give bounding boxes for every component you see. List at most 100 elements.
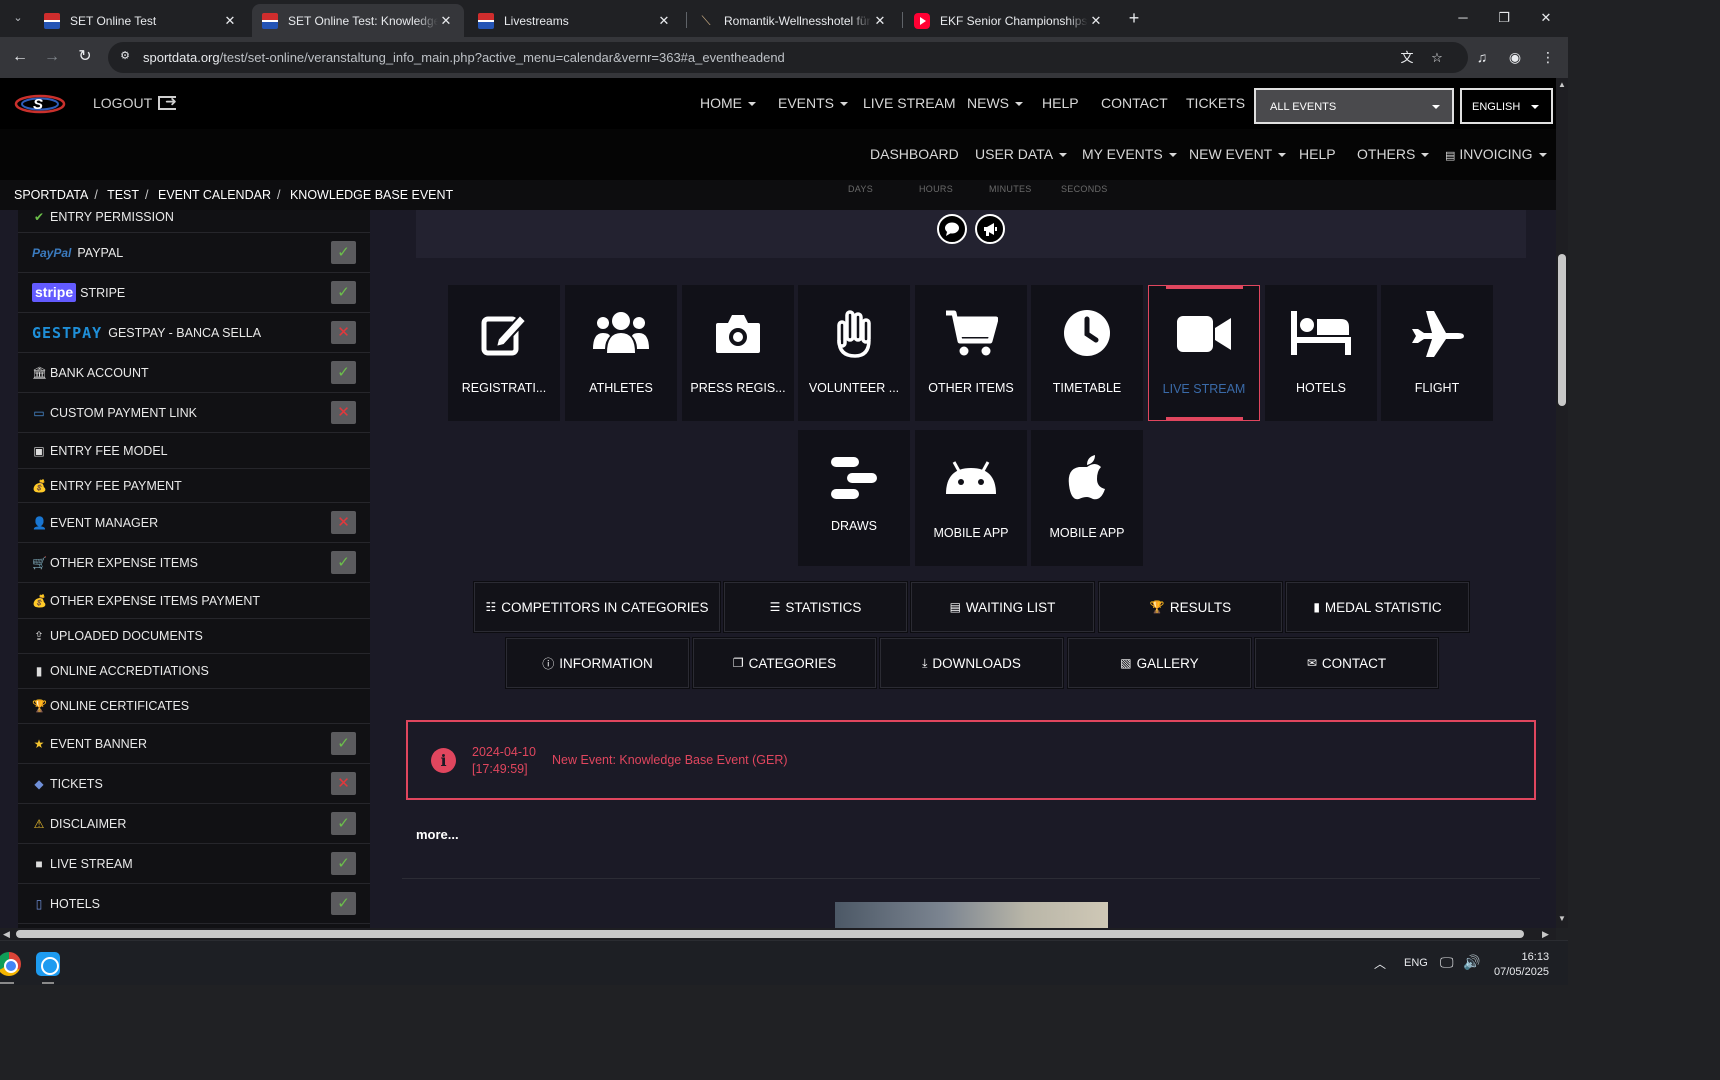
url-text[interactable]: sportdata.org/test/set-online/veranstalt… (143, 50, 785, 65)
lp-item-live-stream[interactable]: ■ LIVE STREAM ✓ (18, 844, 370, 884)
nav-live-stream[interactable]: LIVE STREAM (863, 95, 956, 111)
back-arrow-icon[interactable]: ← (10, 47, 30, 67)
media-controls-icon[interactable]: ♫ (1472, 47, 1492, 67)
vertical-scrollbar[interactable]: ▲ ▼ (1556, 78, 1568, 928)
megaphone-icon[interactable] (975, 214, 1005, 244)
scroll-up-arrow-icon[interactable]: ▲ (1558, 80, 1566, 89)
language-select[interactable]: ENGLISH (1460, 88, 1553, 124)
tab-close-icon[interactable]: ✕ (438, 13, 454, 29)
subnav-help[interactable]: HELP (1299, 146, 1336, 162)
events-select[interactable]: ALL EVENTS (1254, 88, 1454, 124)
lp-item-other-expense-items-payment[interactable]: 💰 OTHER EXPENSE ITEMS PAYMENT (18, 583, 370, 619)
chat-bubble-icon[interactable] (937, 214, 967, 244)
network-icon[interactable]: 🖵 (1440, 954, 1454, 971)
browser-tab[interactable]: ⟍ Romantik-Wellnesshotel für Paare ✕ (688, 4, 898, 37)
categories-button[interactable]: ❐ CATEGORIES (693, 638, 876, 688)
breadcrumb-link[interactable]: SPORTDATA (14, 188, 88, 202)
scroll-right-arrow-icon[interactable]: ▶ (1542, 928, 1549, 940)
system-clock[interactable]: 16:13 07/05/2025 (1494, 950, 1549, 980)
tile-live-stream[interactable]: LIVE STREAM (1148, 285, 1260, 421)
chrome-menu-icon[interactable]: ⋮ (1538, 47, 1558, 67)
browser-tab-active[interactable]: SET Online Test: Knowledge Base Event ✕ (252, 4, 464, 37)
new-tab-plus-icon[interactable]: + (1124, 8, 1144, 28)
tile-press-registration[interactable]: PRESS REGIS... (682, 285, 794, 421)
subnav-my-events[interactable]: MY EVENTS (1082, 146, 1177, 162)
news-text[interactable]: New Event: Knowledge Base Event (GER) (552, 753, 788, 767)
tab-close-icon[interactable]: ✕ (656, 13, 672, 29)
medal-statistic-button[interactable]: ▮ MEDAL STATISTIC (1286, 582, 1469, 632)
subnav-dashboard[interactable]: DASHBOARD (870, 146, 959, 162)
tile-athletes[interactable]: ATHLETES (565, 285, 677, 421)
tray-chevron-icon[interactable]: ︿ (1374, 955, 1386, 972)
tile-timetable[interactable]: TIMETABLE (1031, 285, 1143, 421)
horizontal-scroll-thumb[interactable] (16, 930, 1524, 938)
lp-item-entry-fee-model[interactable]: ▣ ENTRY FEE MODEL (18, 433, 370, 469)
lp-item-gestpay[interactable]: GESTPAY GESTPAY - BANCA SELLA ✕ (18, 313, 370, 353)
subnav-user-data[interactable]: USER DATA (975, 146, 1068, 162)
nav-home[interactable]: HOME (700, 95, 756, 111)
reload-icon[interactable]: ↻ (75, 47, 95, 67)
nav-tickets[interactable]: TICKETS (1186, 95, 1245, 111)
bookmark-star-icon[interactable]: ☆ (1428, 49, 1446, 67)
tab-close-icon[interactable]: ✕ (1088, 13, 1104, 29)
lp-item-event-manager[interactable]: 👤 EVENT MANAGER ✕ (18, 503, 370, 543)
browser-tab[interactable]: Livestreams ✕ (468, 4, 682, 37)
breadcrumb-link[interactable]: TEST (107, 188, 139, 202)
translate-icon[interactable]: 文 (1398, 49, 1416, 67)
profile-icon[interactable]: ◉ (1505, 47, 1525, 67)
tile-hotels[interactable]: HOTELS (1265, 285, 1377, 421)
downloads-button[interactable]: ⤓ DOWNLOADS (880, 638, 1063, 688)
minimize-icon[interactable]: ─ (1453, 8, 1473, 28)
tile-other-items[interactable]: OTHER ITEMS (915, 285, 1027, 421)
sportdata-logo[interactable]: S (14, 92, 66, 116)
volume-icon[interactable]: 🔊 (1463, 954, 1480, 971)
breadcrumb-link[interactable]: EVENT CALENDAR (158, 188, 271, 202)
horizontal-scrollbar[interactable]: ◀ ▶ (0, 928, 1556, 940)
browser-tab[interactable]: EKF Senior Championships | Day ✕ (904, 4, 1114, 37)
forward-arrow-icon[interactable]: → (42, 47, 62, 67)
lp-item-tickets[interactable]: ◆ TICKETS ✕ (18, 764, 370, 804)
address-bar[interactable]: ⚙ sportdata.org/test/set-online/veransta… (108, 42, 1468, 73)
lp-item-paypal[interactable]: PayPal PAYPAL ✓ (18, 233, 370, 273)
logout-link[interactable]: LOGOUT (93, 93, 177, 111)
input-language[interactable]: ENG (1404, 957, 1428, 969)
results-button[interactable]: 🏆 RESULTS (1099, 582, 1282, 632)
competitors-in-categories-button[interactable]: ☷ COMPETITORS IN CATEGORIES (474, 582, 720, 632)
vertical-scroll-thumb[interactable] (1558, 254, 1566, 406)
tile-mobile-app-ios[interactable]: MOBILE APP (1031, 430, 1143, 566)
close-window-icon[interactable]: ✕ (1536, 8, 1556, 28)
nav-help[interactable]: HELP (1042, 95, 1079, 111)
scroll-down-arrow-icon[interactable]: ▼ (1558, 914, 1566, 923)
chrome-app-icon[interactable] (0, 952, 21, 976)
tile-volunteer[interactable]: VOLUNTEER ... (798, 285, 910, 421)
lp-item-event-banner[interactable]: ★ EVENT BANNER ✓ (18, 724, 370, 764)
waiting-list-button[interactable]: ▤ WAITING LIST (911, 582, 1094, 632)
site-info-icon[interactable]: ⚙ (118, 49, 132, 63)
subnav-new-event[interactable]: NEW EVENT (1189, 146, 1287, 162)
subnav-others[interactable]: OTHERS (1357, 146, 1430, 162)
tile-flight[interactable]: FLIGHT (1381, 285, 1493, 421)
browser-tab[interactable]: SET Online Test ✕ (34, 4, 248, 37)
lp-item-uploaded-documents[interactable]: ⇪ UPLOADED DOCUMENTS (18, 619, 370, 654)
subnav-invoicing[interactable]: ▤ INVOICING (1445, 146, 1547, 162)
restore-icon[interactable]: ❐ (1494, 8, 1514, 28)
lp-item-entry-fee-payment[interactable]: 💰 ENTRY FEE PAYMENT (18, 469, 370, 503)
lp-item-entry-permission[interactable]: ✔ ENTRY PERMISSION (18, 202, 370, 233)
lp-item-online-accreditations[interactable]: ▮ ONLINE ACCREDTIATIONS (18, 654, 370, 689)
lp-item-online-certificates[interactable]: 🏆 ONLINE CERTIFICATES (18, 689, 370, 724)
tab-search-chevron-icon[interactable]: ⌄ (8, 8, 28, 28)
scroll-left-arrow-icon[interactable]: ◀ (3, 928, 10, 940)
contact-button[interactable]: ✉ CONTACT (1255, 638, 1438, 688)
app-icon[interactable] (36, 952, 60, 976)
lp-item-other-expense-items[interactable]: 🛒 OTHER EXPENSE ITEMS ✓ (18, 543, 370, 583)
nav-contact[interactable]: CONTACT (1101, 95, 1168, 111)
nav-events[interactable]: EVENTS (778, 95, 849, 111)
tab-close-icon[interactable]: ✕ (872, 13, 888, 29)
tile-registration[interactable]: REGISTRATI... (448, 285, 560, 421)
information-button[interactable]: ⓘ INFORMATION (506, 638, 689, 688)
statistics-button[interactable]: ☰ STATISTICS (724, 582, 907, 632)
lp-item-custom-payment-link[interactable]: ▭ CUSTOM PAYMENT LINK ✕ (18, 393, 370, 433)
lp-item-disclaimer[interactable]: ⚠ DISCLAIMER ✓ (18, 804, 370, 844)
tile-mobile-app-android[interactable]: MOBILE APP (915, 430, 1027, 566)
lp-item-hotels[interactable]: ▯ HOTELS ✓ (18, 884, 370, 924)
